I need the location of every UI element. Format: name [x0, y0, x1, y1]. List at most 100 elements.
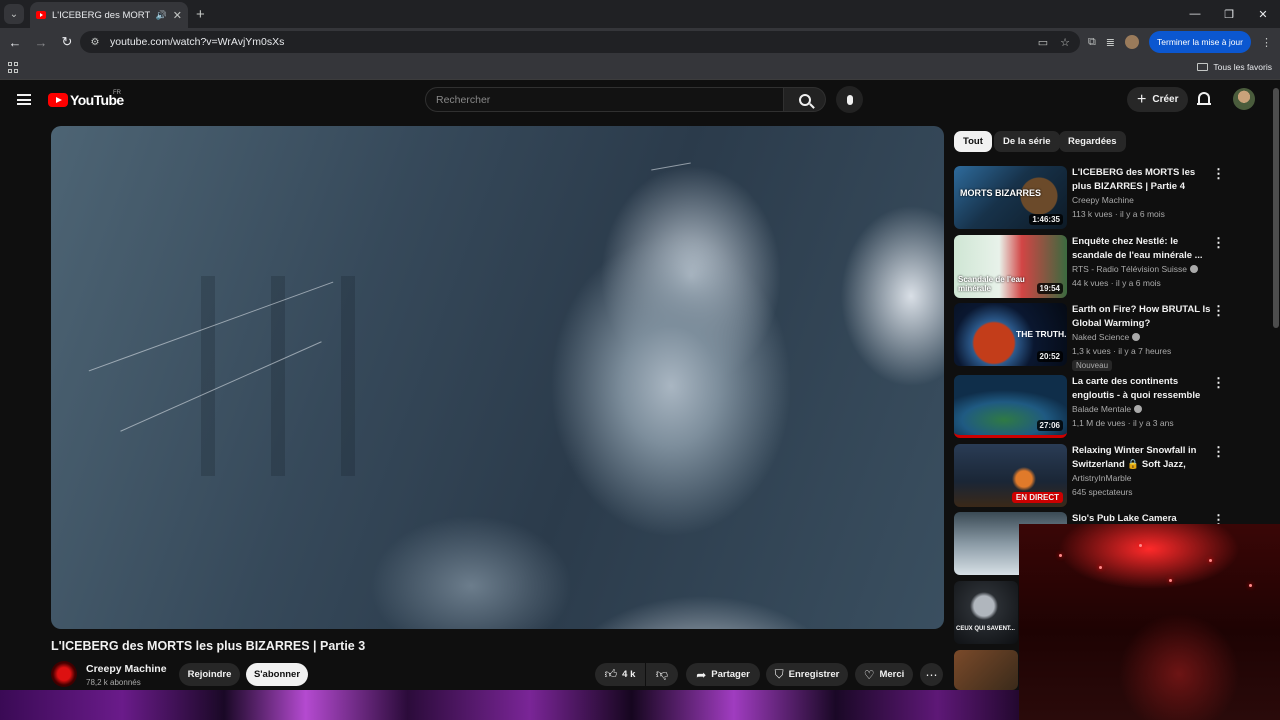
- site-info-icon[interactable]: ⚙: [88, 35, 102, 49]
- search-button[interactable]: [784, 87, 826, 112]
- recommendation-item[interactable]: THE TRUTH. 20:52 Earth on Fire? How BRUT…: [954, 303, 1268, 377]
- reload-icon[interactable]: ↻: [56, 31, 78, 53]
- channel-avatar[interactable]: [51, 661, 77, 687]
- microphone-icon: [846, 94, 853, 105]
- minimize-icon[interactable]: —: [1178, 0, 1212, 28]
- create-label: Créer: [1152, 94, 1179, 105]
- recommendation-item[interactable]: MORTS BIZARRES 1:46:35 L'ICEBERG des MOR…: [954, 166, 1268, 230]
- page-scrollbar[interactable]: [1273, 88, 1279, 328]
- profile-avatar[interactable]: [1125, 35, 1140, 49]
- recommendation-title: Earth on Fire? How BRUTAL Is Global Warm…: [1072, 304, 1211, 329]
- like-button[interactable]: 👍︎ 4 k: [595, 663, 645, 686]
- recommendation-meta: 113 k vues · il y a 6 mois: [1072, 209, 1165, 219]
- more-vertical-icon[interactable]: ⋮: [1212, 236, 1225, 249]
- subscribe-button[interactable]: S'abonner: [246, 663, 308, 686]
- join-button[interactable]: Rejoindre: [179, 663, 240, 686]
- plus-icon: +: [1137, 90, 1147, 108]
- chip-all[interactable]: Tout: [954, 131, 992, 152]
- recommendation-channel: Naked Science: [1072, 332, 1141, 342]
- video-thumbnail[interactable]: [954, 650, 1018, 690]
- recommendation-title: L'ICEBERG des MORTS les plus BIZARRES | …: [1072, 167, 1196, 192]
- save-button[interactable]: ⛉ Enregistrer: [766, 663, 848, 686]
- thumbnail-caption: MORTS BIZARRES: [960, 188, 1041, 198]
- video-thumbnail[interactable]: EN DIRECT: [954, 444, 1067, 507]
- more-vertical-icon[interactable]: ⋮: [1212, 167, 1225, 180]
- string-light: [1139, 544, 1142, 547]
- update-button[interactable]: Terminer la mise à jour: [1149, 31, 1251, 53]
- bookmarks-bar: Tous les favoris: [0, 56, 1280, 80]
- media-controls-icon[interactable]: ≣: [1106, 36, 1115, 49]
- url-text[interactable]: youtube.com/watch?v=WrAvjYm0sXs: [110, 36, 1038, 48]
- install-app-icon[interactable]: ▭: [1038, 36, 1048, 49]
- string-light: [1059, 554, 1062, 557]
- like-count: 4 k: [622, 669, 636, 680]
- thumbs-down-icon: 👎︎: [655, 667, 669, 681]
- chip-watched[interactable]: Regardées: [1059, 131, 1126, 152]
- recommendation-meta: 44 k vues · il y a 6 mois: [1072, 278, 1161, 288]
- close-window-icon[interactable]: ✕: [1246, 0, 1280, 28]
- subscriber-count: 78,2 k abonnés: [86, 678, 141, 687]
- menu-kebab-icon[interactable]: ⋮: [1261, 36, 1272, 49]
- video-frame-texture: [201, 276, 401, 476]
- close-tab-icon[interactable]: ✕: [173, 9, 182, 22]
- forward-icon[interactable]: →: [30, 31, 52, 53]
- video-title: L'ICEBERG des MORTS les plus BIZARRES | …: [51, 639, 366, 653]
- all-bookmarks-button[interactable]: Tous les favoris: [1197, 62, 1272, 72]
- more-vertical-icon[interactable]: ⋮: [1212, 304, 1225, 317]
- save-label: Enregistrer: [788, 669, 840, 680]
- video-thumbnail[interactable]: CEUX QUI SAVENT...: [954, 581, 1018, 644]
- thumbnail-caption: CEUX QUI SAVENT...: [956, 626, 1015, 632]
- all-bookmarks-label: Tous les favoris: [1213, 62, 1272, 72]
- duration-badge: 1:46:35: [1029, 214, 1063, 225]
- hamburger-menu-icon[interactable]: [17, 94, 31, 105]
- bookmark-star-icon[interactable]: ☆: [1060, 36, 1070, 49]
- browser-tab[interactable]: L'ICEBERG des MORTS les p 🔊 ✕: [30, 2, 188, 28]
- tab-title: L'ICEBERG des MORTS les p: [52, 9, 150, 21]
- thumbs-up-icon: 👍︎: [604, 667, 618, 681]
- tab-strip: ⌄ L'ICEBERG des MORTS les p 🔊 ✕ + — ❐ ✕: [0, 0, 1280, 28]
- live-badge: EN DIRECT: [1011, 492, 1063, 503]
- speaker-icon[interactable]: 🔊: [156, 10, 167, 21]
- new-tab-button[interactable]: +: [196, 6, 205, 23]
- recommendation-item[interactable]: EN DIRECT Relaxing Winter Snowfall in Sw…: [954, 444, 1268, 508]
- string-light: [1249, 584, 1252, 587]
- recommendation-title: Enquête chez Nestlé: le scandale de l'ea…: [1072, 236, 1203, 261]
- dislike-button[interactable]: 👎︎: [646, 663, 678, 686]
- desktop-background-strip: [0, 690, 1019, 720]
- duration-badge: 27:06: [1036, 420, 1063, 431]
- share-button[interactable]: ➦ Partager: [686, 663, 760, 686]
- channel-name[interactable]: Creepy Machine: [86, 663, 167, 675]
- video-player[interactable]: [51, 126, 944, 629]
- recommendation-item[interactable]: Scandale de l'eau minérale 19:54 Enquête…: [954, 235, 1268, 299]
- channel-label: Naked Science: [1072, 332, 1130, 342]
- notifications-bell-icon[interactable]: [1197, 92, 1211, 106]
- video-thumbnail[interactable]: 27:06: [954, 375, 1067, 438]
- extensions-icon[interactable]: ⧉: [1088, 36, 1096, 49]
- thanks-label: Merci: [879, 669, 905, 680]
- back-icon[interactable]: ←: [4, 31, 26, 53]
- more-vertical-icon[interactable]: ⋮: [1212, 376, 1225, 389]
- bookmark-icon: ⛉: [774, 667, 784, 681]
- duration-badge: 19:54: [1036, 283, 1063, 294]
- more-vertical-icon[interactable]: ⋮: [1212, 445, 1225, 458]
- recommendation-item[interactable]: 27:06 La carte des continents engloutis …: [954, 375, 1268, 439]
- more-actions-button[interactable]: ⋯: [920, 663, 943, 686]
- chip-series[interactable]: De la série: [994, 131, 1060, 152]
- share-icon: ➦: [696, 667, 707, 682]
- create-button[interactable]: + Créer: [1127, 87, 1189, 112]
- video-thumbnail[interactable]: MORTS BIZARRES 1:46:35: [954, 166, 1067, 229]
- country-code: FR: [113, 90, 121, 96]
- voice-search-button[interactable]: [836, 86, 863, 113]
- recommendation-meta: 1,3 k vues · il y a 7 heures: [1072, 346, 1172, 356]
- tab-search-button[interactable]: ⌄: [4, 4, 24, 24]
- recommendation-meta: 645 spectateurs: [1072, 487, 1133, 497]
- verified-icon: [1189, 265, 1198, 273]
- video-thumbnail[interactable]: THE TRUTH. 20:52: [954, 303, 1067, 366]
- address-bar[interactable]: ⚙ youtube.com/watch?v=WrAvjYm0sXs ▭ ☆: [80, 31, 1080, 53]
- user-avatar[interactable]: [1233, 88, 1255, 110]
- search-input[interactable]: Rechercher: [425, 87, 784, 112]
- thanks-button[interactable]: ♡ Merci: [855, 663, 913, 686]
- apps-grid-icon[interactable]: [8, 62, 19, 73]
- maximize-icon[interactable]: ❐: [1212, 0, 1246, 28]
- video-thumbnail[interactable]: Scandale de l'eau minérale 19:54: [954, 235, 1067, 298]
